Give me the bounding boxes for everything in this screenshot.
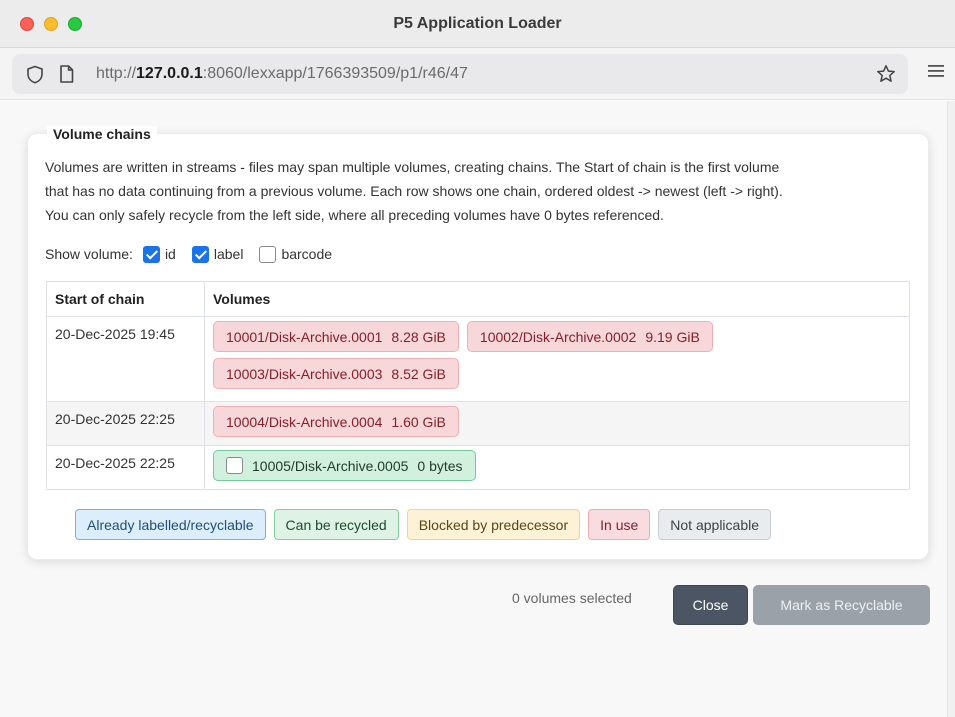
volume-badge[interactable]: 10003/Disk-Archive.0003 8.52 GiB xyxy=(213,358,459,389)
panel-description: Volumes are written in streams - files m… xyxy=(45,155,915,227)
volume-badge[interactable]: 10004/Disk-Archive.0004 1.60 GiB xyxy=(213,406,459,437)
legend-blocked: Blocked by predecessor xyxy=(406,509,581,540)
selection-status: 0 volumes selected xyxy=(512,590,632,606)
mark-as-recyclable-button[interactable]: Mark as Recyclable xyxy=(753,585,930,625)
url-bar[interactable]: http://127.0.0.1:8060/lexxapp/1766393509… xyxy=(12,54,908,94)
legend-already-labelled: Already labelled/recyclable xyxy=(75,509,266,540)
show-id-checkbox[interactable] xyxy=(142,245,160,263)
window-title: P5 Application Loader xyxy=(393,15,562,32)
chain-start-cell: 20-Dec-2025 22:25 xyxy=(46,401,205,446)
volumes-cell: 10001/Disk-Archive.0001 8.28 GiB 10002/Dis… xyxy=(204,316,910,402)
bookmark-star-icon[interactable] xyxy=(876,64,896,84)
description-line: You can only safely recycle from the lef… xyxy=(45,207,664,223)
show-id-option[interactable]: id xyxy=(142,245,176,263)
scrollbar-track[interactable] xyxy=(947,101,955,717)
volume-badge[interactable]: 10002/Disk-Archive.0002 9.19 GiB xyxy=(466,321,713,352)
volume-select-checkbox[interactable] xyxy=(226,457,243,474)
browser-toolbar: http://127.0.0.1:8060/lexxapp/1766393509… xyxy=(0,48,955,100)
url-text[interactable]: http://127.0.0.1:8060/lexxapp/1766393509… xyxy=(96,65,468,83)
volumes-cell: 10005/Disk-Archive.0005 0 bytes xyxy=(204,445,910,490)
shield-icon[interactable] xyxy=(26,65,44,84)
volumes-cell: 10004/Disk-Archive.0004 1.60 GiB xyxy=(204,401,910,446)
column-header-volumes: Volumes xyxy=(204,281,910,317)
volume-chains-table: Start of chain Volumes 20-Dec-2025 19:45… xyxy=(46,281,910,490)
show-label-label: label xyxy=(213,246,244,262)
table-row: 20-Dec-2025 22:25 10004/Disk-Archive.000… xyxy=(46,401,910,446)
table-row: 20-Dec-2025 22:25 10005/Disk-Archive.000… xyxy=(46,445,910,490)
chain-start-cell: 20-Dec-2025 22:25 xyxy=(46,445,205,490)
show-label-option[interactable]: label xyxy=(191,245,244,263)
window-titlebar: P5 Application Loader xyxy=(0,0,955,48)
legend-not-applicable: Not applicable xyxy=(658,509,772,540)
legend-can-be-recycled: Can be recycled xyxy=(273,509,399,540)
description-line: that has no data continuing from a previ… xyxy=(45,183,783,199)
chain-start-cell: 20-Dec-2025 19:45 xyxy=(46,316,205,402)
show-volume-label: Show volume: xyxy=(45,246,133,262)
show-barcode-checkbox[interactable] xyxy=(259,245,277,263)
show-label-checkbox[interactable] xyxy=(191,245,209,263)
hamburger-menu-icon[interactable] xyxy=(928,64,944,78)
recyclable-volume-badge[interactable]: 10005/Disk-Archive.0005 0 bytes xyxy=(213,450,476,481)
show-barcode-label: barcode xyxy=(281,246,333,262)
column-header-start-of-chain: Start of chain xyxy=(46,281,205,317)
table-row: 20-Dec-2025 19:45 10001/Disk-Archive.000… xyxy=(46,316,910,402)
status-legend: Already labelled/recyclable Can be recyc… xyxy=(75,509,779,540)
description-line: Volumes are written in streams - files m… xyxy=(45,159,780,175)
show-barcode-option[interactable]: barcode xyxy=(259,245,333,263)
show-id-label: id xyxy=(164,246,176,262)
table-header-row: Start of chain Volumes xyxy=(46,281,910,317)
show-volume-options: Show volume: id label barcode xyxy=(45,243,348,265)
legend-in-use: In use xyxy=(588,509,651,540)
panel-title: Volume chains xyxy=(47,126,157,142)
close-button[interactable]: Close xyxy=(673,585,748,625)
volume-badge[interactable]: 10001/Disk-Archive.0001 8.28 GiB xyxy=(213,321,459,352)
page-icon[interactable] xyxy=(59,65,74,83)
